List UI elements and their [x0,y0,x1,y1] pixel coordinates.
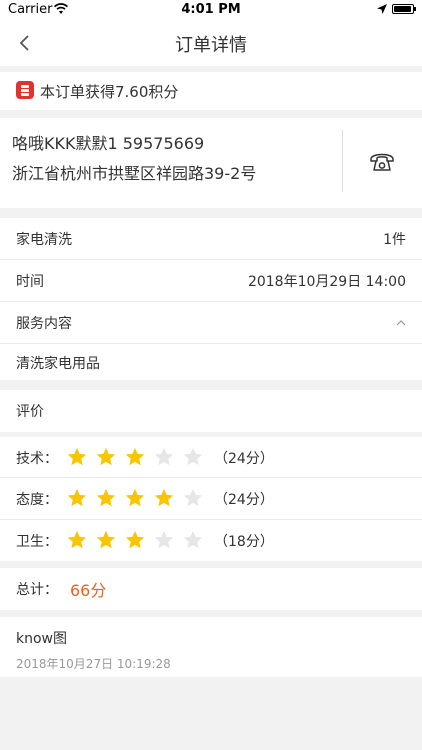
rating-label: 技术： [16,451,58,467]
time-row: 时间 2018年10月29日 14:00 [0,260,422,301]
rating-score: （24分） [214,451,274,467]
service-row: 家电清洗 1件 [0,218,422,259]
clock: 4:01 PM [181,2,241,17]
points-text: 本订单获得7.60积分 [40,83,179,101]
service-label: 家电清洗 [16,232,72,248]
contact-card: 咯哦KKK默默1 59575669 浙江省杭州市拱墅区祥园路39-2号 [0,118,422,208]
nav-bar: 订单详情 [0,20,422,66]
star-filled-icon [67,447,87,466]
rating-row-skill: 技术： （24分） [0,437,422,478]
chevron-up-icon[interactable] [394,316,408,330]
rating-label: 态度： [16,492,58,508]
review-comment: know图 2018年10月27日 10:19:28 [0,617,422,677]
telephone-icon[interactable] [368,148,396,176]
page-title: 订单详情 [175,35,247,56]
comment-time: 2018年10月27日 10:19:28 [16,657,171,671]
rating-label: 卫生： [16,534,58,550]
rating-row-attitude: 态度： （24分） [0,478,422,519]
star-filled-icon [96,488,116,507]
star-filled-icon [67,488,87,507]
star-empty-icon [154,447,174,466]
status-bar: Carrier 4:01 PM [0,0,422,20]
service-content-value: 清洗家电用品 [16,356,100,372]
time-label: 时间 [16,274,44,290]
points-banner: 本订单获得7.60积分 [0,72,422,110]
star-empty-icon [183,447,203,466]
star-filled-icon [96,530,116,549]
star-empty-icon [183,488,203,507]
rating-score: （18分） [214,534,274,550]
service-quantity: 1件 [383,232,406,248]
star-empty-icon [183,530,203,549]
service-content-label: 服务内容 [16,316,72,332]
star-empty-icon [154,530,174,549]
star-filled-icon [125,488,145,507]
total-value: 66分 [70,581,107,600]
total-row: 总计： 66分 [0,568,422,610]
star-filled-icon [154,488,174,507]
vertical-divider [342,130,343,192]
points-coin-icon [16,81,34,99]
star-filled-icon [96,447,116,466]
location-arrow-icon [377,4,387,14]
service-content-value-row: 清洗家电用品 [0,344,422,380]
rating-score: （24分） [214,492,274,508]
contact-name-phone: 咯哦KKK默默1 59575669 [12,134,205,153]
total-label: 总计： [16,582,58,598]
review-header-row: 评价 [0,390,422,432]
review-title: 评价 [16,404,44,420]
star-filled-icon [125,447,145,466]
star-filled-icon [125,530,145,549]
contact-address: 浙江省杭州市拱墅区祥园路39-2号 [12,164,257,183]
rating-row-hygiene: 卫生： （18分） [0,520,422,561]
service-content-row[interactable]: 服务内容 [0,302,422,343]
star-filled-icon [67,530,87,549]
time-value: 2018年10月29日 14:00 [247,274,406,290]
comment-text: know图 [16,631,67,647]
battery-icon [392,4,416,14]
